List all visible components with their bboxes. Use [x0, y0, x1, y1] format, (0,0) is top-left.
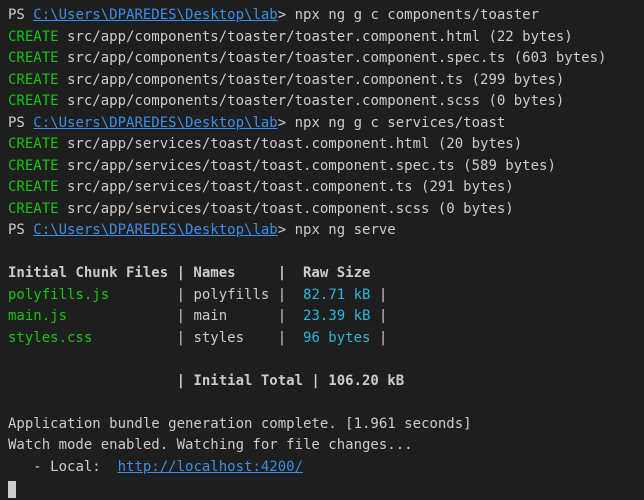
spacer — [101, 459, 118, 475]
terminal-line: Application bundle generation complete. … — [8, 414, 642, 436]
terminal-line — [8, 242, 642, 264]
chunk-row-separator: | styles | — [92, 330, 303, 346]
created-file: src/app/services/toast/toast.component.s… — [59, 201, 514, 217]
create-keyword: CREATE — [8, 93, 59, 109]
prompt-path-link[interactable]: C:\Users\DPAREDES\Desktop\lab — [33, 7, 277, 23]
terminal-line: styles.css | styles | 96 bytes | — [8, 328, 642, 350]
create-keyword: CREATE — [8, 201, 59, 217]
chunk-table-header: Initial Chunk Files | Names | Raw Size — [8, 265, 370, 281]
local-label: Local: — [50, 459, 101, 475]
created-file: src/app/services/toast/toast.component.h… — [59, 136, 523, 152]
chunk-table-total: | Initial Total | 106.20 kB — [8, 373, 404, 389]
terminal-line: - Local: http://localhost:4200/ — [8, 457, 642, 479]
terminal-cursor — [8, 481, 16, 498]
terminal-line: PS C:\Users\DPAREDES\Desktop\lab> npx ng… — [8, 220, 642, 242]
command-text: npx ng g c components/toaster — [295, 7, 539, 23]
terminal-line: PS C:\Users\DPAREDES\Desktop\lab> npx ng… — [8, 5, 642, 27]
chunk-raw-size: 96 bytes — [303, 330, 370, 346]
terminal-line: CREATE src/app/components/toaster/toaste… — [8, 27, 642, 49]
terminal-line: main.js | main | 23.39 kB | — [8, 306, 642, 328]
terminal-line — [8, 349, 642, 371]
create-keyword: CREATE — [8, 136, 59, 152]
local-url-link[interactable]: http://localhost:4200/ — [118, 459, 303, 475]
chunk-row-separator: | — [370, 330, 387, 346]
terminal-line: CREATE src/app/components/toaster/toaste… — [8, 91, 642, 113]
command-text: npx ng serve — [295, 222, 396, 238]
prompt-prefix: PS — [8, 7, 33, 23]
chunk-row-separator: | — [370, 287, 387, 303]
terminal-line: Watch mode enabled. Watching for file ch… — [8, 435, 642, 457]
terminal-line: CREATE src/app/components/toaster/toaste… — [8, 48, 642, 70]
created-file: src/app/services/toast/toast.component.s… — [59, 158, 556, 174]
terminal-cursor-line — [8, 478, 642, 500]
watch-mode-message: Watch mode enabled. Watching for file ch… — [8, 437, 413, 453]
prompt-symbol: > — [278, 7, 295, 23]
chunk-row-separator: | — [370, 308, 387, 324]
prompt-path-link[interactable]: C:\Users\DPAREDES\Desktop\lab — [33, 115, 277, 131]
chunk-row-separator: | main | — [67, 308, 303, 324]
prompt-prefix: PS — [8, 222, 33, 238]
create-keyword: CREATE — [8, 158, 59, 174]
create-keyword: CREATE — [8, 29, 59, 45]
created-file: src/app/components/toaster/toaster.compo… — [59, 72, 565, 88]
prompt-symbol: > — [278, 115, 295, 131]
terminal-output: PS C:\Users\DPAREDES\Desktop\lab> npx ng… — [8, 5, 642, 500]
create-keyword: CREATE — [8, 50, 59, 66]
terminal-line — [8, 392, 642, 414]
chunk-file-name: styles.css — [8, 330, 92, 346]
terminal-line: CREATE src/app/services/toast/toast.comp… — [8, 156, 642, 178]
terminal-line: CREATE src/app/services/toast/toast.comp… — [8, 199, 642, 221]
terminal-line: Initial Chunk Files | Names | Raw Size — [8, 263, 642, 285]
prompt-prefix: PS — [8, 115, 33, 131]
build-complete-message: Application bundle generation complete. … — [8, 416, 472, 432]
create-keyword: CREATE — [8, 72, 59, 88]
chunk-file-name: main.js — [8, 308, 67, 324]
prompt-path-link[interactable]: C:\Users\DPAREDES\Desktop\lab — [33, 222, 277, 238]
create-keyword: CREATE — [8, 179, 59, 195]
created-file: src/app/components/toaster/toaster.compo… — [59, 50, 607, 66]
terminal[interactable]: PS C:\Users\DPAREDES\Desktop\lab> npx ng… — [0, 0, 644, 490]
terminal-line: PS C:\Users\DPAREDES\Desktop\lab> npx ng… — [8, 113, 642, 135]
created-file: src/app/services/toast/toast.component.t… — [59, 179, 514, 195]
terminal-line: CREATE src/app/services/toast/toast.comp… — [8, 177, 642, 199]
created-file: src/app/components/toaster/toaster.compo… — [59, 29, 573, 45]
terminal-line: | Initial Total | 106.20 kB — [8, 371, 642, 393]
chunk-row-separator: | polyfills | — [109, 287, 303, 303]
command-text: npx ng g c services/toast — [295, 115, 506, 131]
chunk-raw-size: 82.71 kB — [303, 287, 370, 303]
terminal-line: CREATE src/app/components/toaster/toaste… — [8, 70, 642, 92]
created-file: src/app/components/toaster/toaster.compo… — [59, 93, 565, 109]
chunk-raw-size: 23.39 kB — [303, 308, 370, 324]
terminal-line: polyfills.js | polyfills | 82.71 kB | — [8, 285, 642, 307]
terminal-line: CREATE src/app/services/toast/toast.comp… — [8, 134, 642, 156]
chunk-file-name: polyfills.js — [8, 287, 109, 303]
prompt-symbol: > — [278, 222, 295, 238]
list-dash: - — [8, 459, 50, 475]
